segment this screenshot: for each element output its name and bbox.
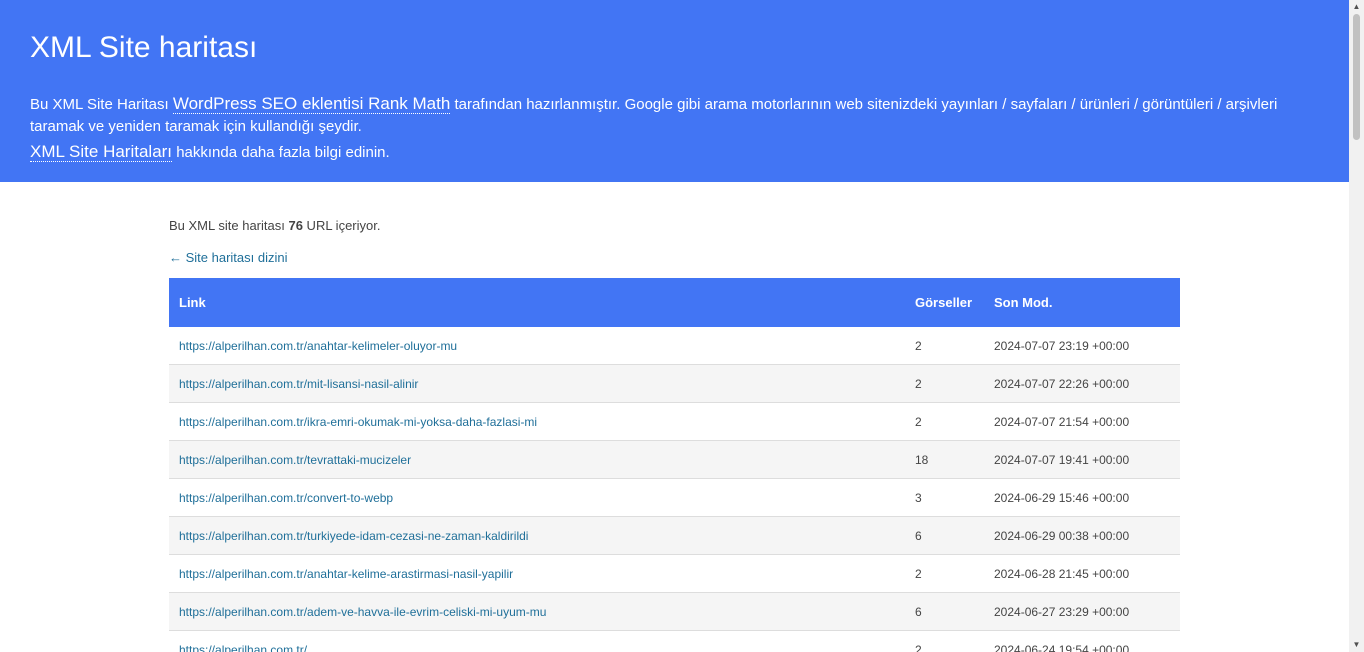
url-link[interactable]: https://alperilhan.com.tr/convert-to-web… [179,491,393,505]
chevron-up-icon[interactable]: ▲ [1349,0,1364,14]
images-cell: 2 [905,402,984,441]
url-link[interactable]: https://alperilhan.com.tr/turkiyede-idam… [179,529,528,543]
main-content: Bu XML site haritası 76 URL içeriyor. ← … [169,214,1180,652]
learn-more-line: XML Site Haritaları hakkında daha fazla … [30,141,390,164]
scrollbar-thumb[interactable] [1353,14,1360,140]
sitemap-table: Link Görseller Son Mod. https://alperilh… [169,278,1180,652]
column-header-last-modified: Son Mod. [984,278,1180,327]
table-row: https://alperilhan.com.tr/... 2 2024-06-… [169,630,1180,652]
url-cell: https://alperilhan.com.tr/adem-ve-havva-… [169,592,905,631]
url-cell: https://alperilhan.com.tr/tevrattaki-muc… [169,440,905,479]
column-header-link: Link [169,278,905,327]
table-row: https://alperilhan.com.tr/mit-lisansi-na… [169,364,1180,403]
images-cell: 2 [905,364,984,403]
sitemap-index-link[interactable]: ← Site haritası dizini [169,246,288,270]
table-row: https://alperilhan.com.tr/turkiyede-idam… [169,516,1180,555]
description-prefix: Bu XML Site Haritası [30,96,173,113]
table-row: https://alperilhan.com.tr/anahtar-kelime… [169,327,1180,365]
modified-cell: 2024-06-29 00:38 +00:00 [984,516,1180,555]
images-cell: 2 [905,554,984,593]
url-cell: https://alperilhan.com.tr/anahtar-kelime… [169,327,905,365]
images-cell: 2 [905,327,984,365]
modified-cell: 2024-06-27 23:29 +00:00 [984,592,1180,631]
url-link[interactable]: https://alperilhan.com.tr/ikra-emri-okum… [179,415,537,429]
modified-cell: 2024-06-29 15:46 +00:00 [984,478,1180,517]
table-row: https://alperilhan.com.tr/anahtar-kelime… [169,554,1180,593]
modified-cell: 2024-07-07 21:54 +00:00 [984,402,1180,441]
url-cell: https://alperilhan.com.tr/convert-to-web… [169,478,905,517]
url-cell: https://alperilhan.com.tr/ikra-emri-okum… [169,402,905,441]
modified-cell: 2024-06-24 19:54 +00:00 [984,630,1180,652]
table-row: https://alperilhan.com.tr/convert-to-web… [169,478,1180,517]
url-count-summary: Bu XML site haritası 76 URL içeriyor. [169,214,1180,238]
url-cell: https://alperilhan.com.tr/turkiyede-idam… [169,516,905,555]
url-cell: https://alperilhan.com.tr/... [169,630,905,652]
images-cell: 2 [905,630,984,652]
url-count: 76 [288,218,303,233]
chevron-down-icon[interactable]: ▼ [1349,638,1364,652]
header-banner: XML Site haritası Bu XML Site Haritası W… [0,0,1349,182]
images-cell: 3 [905,478,984,517]
images-cell: 6 [905,592,984,631]
table-row: https://alperilhan.com.tr/adem-ve-havva-… [169,592,1180,631]
vertical-scrollbar[interactable]: ▲ ▼ [1349,0,1364,652]
xml-sitemaps-link[interactable]: XML Site Haritaları [30,142,173,162]
header-description: Bu XML Site Haritası WordPress SEO eklen… [30,93,1320,138]
url-link[interactable]: https://alperilhan.com.tr/anahtar-kelime… [179,339,457,353]
column-header-images: Görseller [905,278,984,327]
summary-suffix: URL içeriyor. [302,218,381,233]
modified-cell: 2024-07-07 23:19 +00:00 [984,327,1180,365]
modified-cell: 2024-06-28 21:45 +00:00 [984,554,1180,593]
table-row: https://alperilhan.com.tr/tevrattaki-muc… [169,440,1180,479]
learn-more-suffix: hakkında daha fazla bilgi edinin. [172,144,390,161]
table-header-row: Link Görseller Son Mod. [169,278,1180,327]
url-link[interactable]: https://alperilhan.com.tr/... [179,643,317,652]
summary-prefix: Bu XML site haritası [169,218,289,233]
url-cell: https://alperilhan.com.tr/mit-lisansi-na… [169,364,905,403]
modified-cell: 2024-07-07 19:41 +00:00 [984,440,1180,479]
url-link[interactable]: https://alperilhan.com.tr/anahtar-kelime… [179,567,513,581]
url-link[interactable]: https://alperilhan.com.tr/mit-lisansi-na… [179,377,418,391]
modified-cell: 2024-07-07 22:26 +00:00 [984,364,1180,403]
table-row: https://alperilhan.com.tr/ikra-emri-okum… [169,402,1180,441]
url-cell: https://alperilhan.com.tr/anahtar-kelime… [169,554,905,593]
url-link[interactable]: https://alperilhan.com.tr/tevrattaki-muc… [179,453,411,467]
rank-math-link[interactable]: WordPress SEO eklentisi Rank Math [172,94,451,114]
images-cell: 18 [905,440,984,479]
images-cell: 6 [905,516,984,555]
page-title: XML Site haritası [30,31,258,64]
sitemap-page: XML Site haritası Bu XML Site Haritası W… [0,0,1364,652]
url-link[interactable]: https://alperilhan.com.tr/adem-ve-havva-… [179,605,546,619]
